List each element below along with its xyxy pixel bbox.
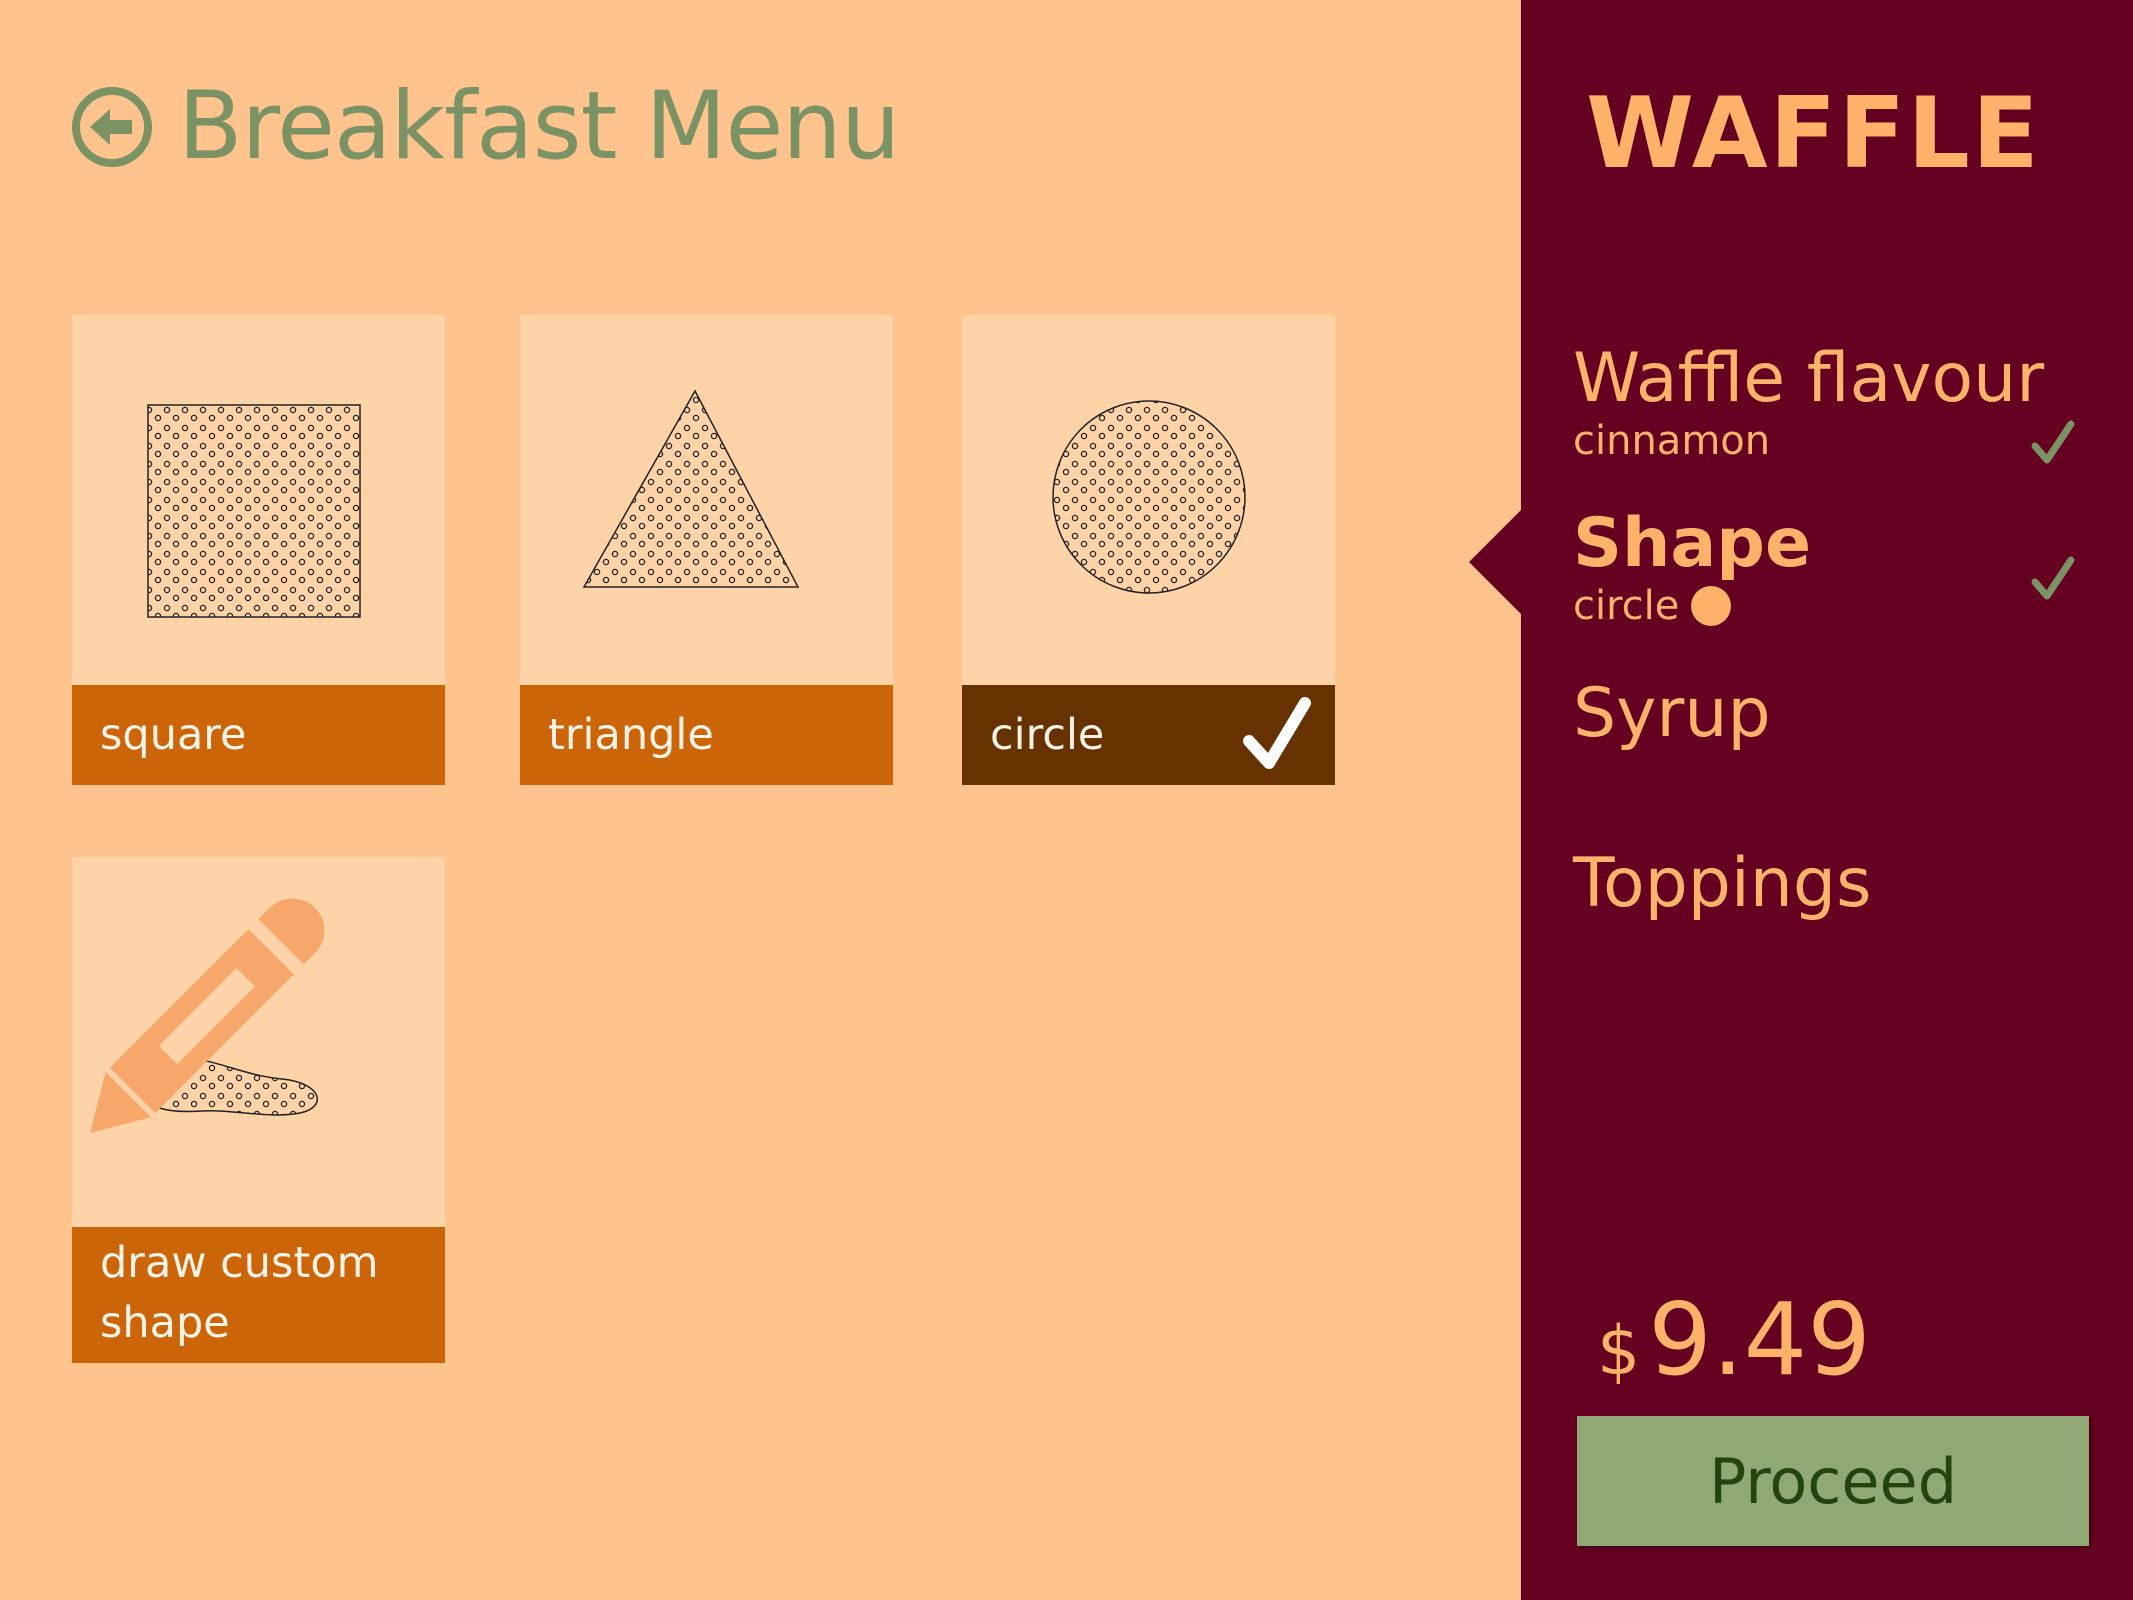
header: Breakfast Menu [70, 72, 900, 182]
step-title: Shape [1573, 504, 1812, 583]
price-currency: $ [1597, 1312, 1641, 1391]
checkmark-icon [1243, 697, 1311, 769]
checkmark-icon [2031, 420, 2075, 464]
square-shape-icon [147, 404, 361, 618]
step-title: Toppings [1573, 844, 1872, 923]
option-draw-custom[interactable]: draw custom shape [72, 857, 445, 1363]
step-value: cinnamon [1573, 418, 1771, 464]
option-triangle[interactable]: triangle [520, 315, 893, 785]
option-label: draw custom shape [72, 1227, 445, 1363]
circle-icon [1691, 586, 1732, 626]
main-content: Breakfast Menu square triangle circle dr… [0, 0, 1521, 1600]
active-step-pointer [1469, 510, 1521, 614]
order-sidebar: WAFFLE Waffle flavour cinnamon Shape cir… [1469, 0, 2133, 1600]
triangle-shape-icon [582, 389, 800, 588]
option-label: square [72, 685, 445, 785]
step-toppings[interactable]: Toppings [1573, 850, 1872, 918]
step-value: circle [1573, 586, 1811, 626]
step-shape[interactable]: Shape circle [1573, 510, 1811, 626]
circle-shape-icon [1052, 400, 1246, 594]
option-label: triangle [520, 685, 893, 785]
price-amount: 9.49 [1648, 1281, 1871, 1398]
page-title: Breakfast Menu [178, 72, 900, 181]
option-circle[interactable]: circle [962, 315, 1335, 785]
checkmark-icon [2031, 556, 2075, 600]
pencil-icon [90, 898, 325, 1133]
step-syrup[interactable]: Syrup [1573, 680, 1771, 748]
back-arrow-icon[interactable] [70, 85, 154, 169]
proceed-button[interactable]: Proceed [1577, 1416, 2089, 1546]
option-label-selected: circle [962, 685, 1335, 785]
step-waffle-flavour[interactable]: Waffle flavour cinnamon [1573, 339, 2045, 464]
option-square[interactable]: square [72, 315, 445, 785]
product-title: WAFFLE [1586, 77, 2041, 191]
price: $ 9.49 [1597, 1290, 1871, 1390]
step-title: Syrup [1573, 674, 1771, 753]
step-title: Waffle flavour [1573, 339, 2045, 418]
